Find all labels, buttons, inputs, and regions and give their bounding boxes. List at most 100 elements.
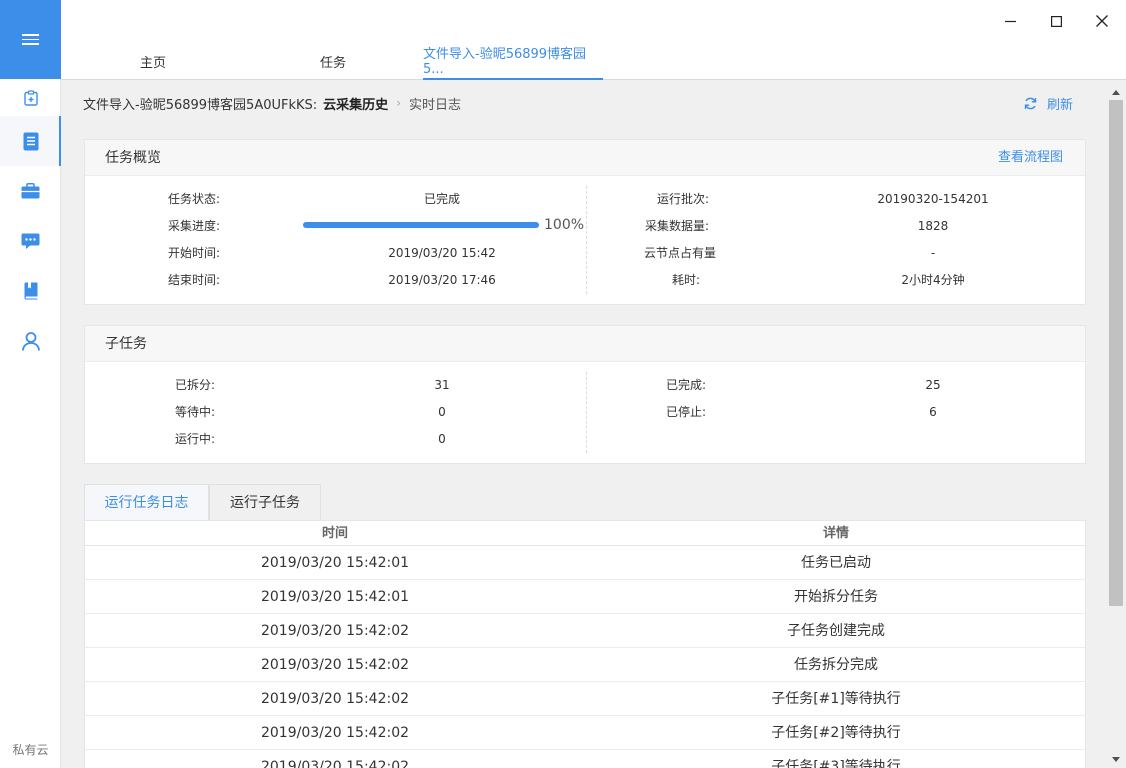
log-detail: 任务拆分完成: [794, 657, 878, 673]
tab-bar: 主页 任务 文件导入-验昵56899博客园5...: [61, 42, 1126, 80]
arrow-down-icon: [1111, 756, 1120, 762]
batch-value: 20190320-154201: [877, 192, 989, 206]
breadcrumb-current: 实时日志: [409, 97, 462, 113]
refresh-button[interactable]: 刷新: [1024, 93, 1073, 113]
table-row: 2019/03/20 15:42:01 开始拆分任务: [85, 580, 1085, 614]
breadcrumb: 文件导入-验昵56899博客园5A0UFkKS: 云采集历史 › 实时日志: [83, 93, 461, 113]
main-content: 文件导入-验昵56899博客园5A0UFkKS: 云采集历史 › 实时日志 刷新…: [61, 81, 1105, 768]
private-cloud-label: 私有云: [12, 743, 49, 757]
scrollbar[interactable]: [1105, 81, 1126, 768]
maximize-icon: [1050, 15, 1062, 27]
tab-task-log[interactable]: 运行任务日志: [84, 484, 209, 521]
duration-row: 耗时: 2小时4分钟: [586, 270, 1087, 290]
log-detail: 子任务创建完成: [787, 623, 885, 639]
cloud-nodes-row: 云节点占有量 -: [586, 243, 1087, 263]
document-icon: [23, 132, 38, 150]
end-time-row: 结束时间: 2019/03/20 17:46: [85, 270, 586, 290]
log-detail: 子任务[#3]等待执行: [771, 759, 901, 768]
cloud-nodes-label: 云节点占有量: [643, 246, 716, 260]
minimize-button[interactable]: [987, 0, 1033, 42]
status-row: 任务状态: 已完成: [85, 189, 586, 209]
sidebar-item-tutorials[interactable]: [0, 266, 61, 316]
sidebar-item-account[interactable]: [0, 316, 61, 366]
progress-label: 采集进度:: [167, 219, 220, 233]
view-flowchart-link[interactable]: 查看流程图: [998, 140, 1063, 176]
status-value: 已完成: [423, 192, 460, 206]
running-label: 运行中:: [174, 432, 215, 446]
subtasks-title: 子任务: [105, 336, 147, 352]
log-detail: 开始拆分任务: [794, 589, 878, 605]
scroll-thumb[interactable]: [1109, 100, 1123, 606]
start-time-value: 2019/03/20 15:42: [388, 246, 496, 260]
log-detail: 子任务[#1]等待执行: [771, 691, 901, 707]
breadcrumb-cloud-history[interactable]: 云采集历史: [323, 94, 388, 113]
progress-percent: 100%: [544, 217, 585, 233]
column-detail: 详情: [822, 526, 849, 541]
data-count-label: 采集数据量:: [644, 219, 709, 233]
start-time-label: 开始时间:: [167, 246, 220, 260]
table-row: 2019/03/20 15:42:02 子任务[#1]等待执行: [85, 682, 1085, 716]
subtasks-header: 子任务: [85, 326, 1085, 362]
chat-icon: [21, 233, 40, 249]
tab-current-task[interactable]: 文件导入-验昵56899博客园5...: [423, 42, 603, 80]
progress-row: 采集进度: 100%: [85, 216, 586, 236]
log-table: 时间 详情 2019/03/20 15:42:01 任务已启动 2019/03/20…: [84, 520, 1086, 768]
tab-home[interactable]: 主页: [93, 42, 213, 80]
tab-tasks[interactable]: 任务: [273, 42, 393, 80]
maximize-button[interactable]: [1033, 0, 1079, 42]
scroll-up-button[interactable]: [1105, 83, 1126, 101]
waiting-value: 0: [438, 405, 446, 419]
split-label: 已拆分:: [174, 378, 215, 392]
status-label: 任务状态:: [167, 192, 220, 206]
overview-header: 任务概览 查看流程图: [85, 140, 1085, 176]
data-count-value: 1828: [917, 219, 949, 233]
close-button[interactable]: [1079, 0, 1125, 42]
sidebar-item-new-task[interactable]: [0, 79, 61, 116]
completed-value: 25: [925, 378, 941, 392]
log-time: 2019/03/20 15:42:01: [260, 555, 410, 571]
log-time: 2019/03/20 15:42:02: [260, 759, 410, 768]
overview-title: 任务概览: [105, 150, 161, 166]
running-value: 0: [438, 432, 446, 446]
tab-subtask-log[interactable]: 运行子任务: [209, 484, 321, 521]
log-time: 2019/03/20 15:42:02: [260, 657, 410, 673]
arrow-up-icon: [1111, 89, 1120, 95]
table-row: 2019/03/20 15:42:02 子任务[#3]等待执行: [85, 750, 1085, 768]
breadcrumb-task-name: 文件导入-验昵56899博客园5A0UFkKS:: [83, 97, 318, 113]
sidebar-item-work[interactable]: [0, 166, 61, 216]
cloud-nodes-value: -: [930, 246, 936, 260]
subtasks-body: 已拆分: 31 等待中: 0 运行中: 0 已完成: 25 已停止: 6: [85, 362, 1085, 463]
minimize-icon: [1004, 20, 1016, 22]
duration-label: 耗时:: [671, 273, 700, 287]
clipboard-plus-icon: [23, 89, 38, 106]
briefcase-icon: [21, 183, 40, 199]
book-icon: [23, 282, 37, 300]
sidebar-item-messages[interactable]: [0, 216, 61, 266]
table-row: 2019/03/20 15:42:02 子任务[#2]等待执行: [85, 716, 1085, 750]
log-time: 2019/03/20 15:42:02: [260, 725, 410, 741]
split-value: 31: [434, 378, 450, 392]
scroll-down-button[interactable]: [1105, 750, 1126, 768]
batch-label: 运行批次:: [656, 192, 709, 206]
duration-value: 2小时4分钟: [901, 273, 965, 287]
table-row: 2019/03/20 15:42:02 子任务创建完成: [85, 614, 1085, 648]
column-time: 时间: [321, 526, 348, 541]
sidebar-item-tasks[interactable]: [0, 116, 62, 166]
menu-button[interactable]: [0, 0, 61, 79]
table-row: 2019/03/20 15:42:01 任务已启动: [85, 546, 1085, 580]
log-time: 2019/03/20 15:42:02: [260, 623, 410, 639]
table-body: 2019/03/20 15:42:01 任务已启动 2019/03/20 15:42…: [85, 546, 1085, 768]
data-count-row: 采集数据量: 1828: [586, 216, 1087, 236]
chevron-right-icon: ›: [396, 96, 401, 110]
user-icon: [21, 331, 40, 351]
progress-fill: [303, 222, 539, 228]
refresh-label: 刷新: [1046, 97, 1073, 113]
stopped-value: 6: [929, 405, 937, 419]
waiting-row: 等待中: 0: [85, 402, 586, 422]
split-row: 已拆分: 31: [85, 375, 586, 395]
title-bar: [61, 0, 1126, 42]
refresh-icon: [1024, 97, 1037, 109]
sidebar: 私有云: [0, 0, 62, 768]
log-detail: 子任务[#2]等待执行: [771, 725, 901, 741]
hamburger-icon: [22, 34, 39, 45]
